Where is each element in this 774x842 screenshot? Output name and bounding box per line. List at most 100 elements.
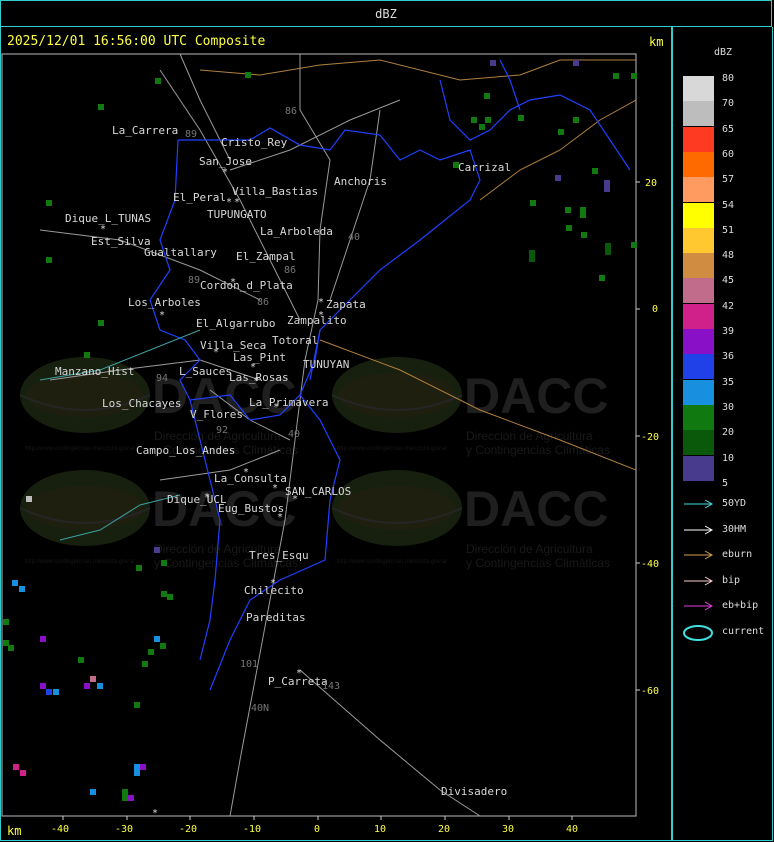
scale-label: 51 xyxy=(722,224,735,236)
track-label: 30HM xyxy=(722,523,747,535)
color-swatch-65 xyxy=(683,126,714,152)
echo-pixel xyxy=(580,212,586,218)
echo-pixel xyxy=(529,250,535,256)
arrow-icon xyxy=(683,573,715,592)
echo-pixel xyxy=(12,580,18,586)
color-swatch-39 xyxy=(683,329,714,354)
echo-pixel xyxy=(155,78,161,84)
scale-label: 42 xyxy=(722,300,735,312)
scale-label: 65 xyxy=(722,123,735,135)
echo-pixel xyxy=(122,795,128,801)
echo-pixel xyxy=(90,789,96,795)
svg-text:Dirección de Agricultura: Dirección de Agricultura xyxy=(466,542,593,556)
legend-title: dBZ xyxy=(714,47,733,58)
ellipse-icon xyxy=(683,624,715,646)
svg-text:-30: -30 xyxy=(115,824,133,835)
color-swatch-30 xyxy=(683,404,714,430)
echo-pixel xyxy=(604,186,610,192)
color-swatch-42 xyxy=(683,303,714,329)
echo-pixel xyxy=(530,200,536,206)
svg-text:20: 20 xyxy=(645,178,657,189)
echo-pixel xyxy=(154,547,160,553)
svg-text:*: * xyxy=(250,362,256,373)
color-swatch-51 xyxy=(683,227,714,253)
echo-pixel xyxy=(78,657,84,663)
svg-text:86: 86 xyxy=(284,265,296,276)
svg-text:40: 40 xyxy=(288,429,300,440)
svg-text:89: 89 xyxy=(185,129,197,140)
color-swatch-80 xyxy=(683,76,714,101)
svg-text:20: 20 xyxy=(438,824,450,835)
svg-text:94: 94 xyxy=(156,373,168,384)
place-label: El_Algarrubo xyxy=(196,317,275,330)
echo-pixel xyxy=(98,320,104,326)
svg-text:*: * xyxy=(318,297,324,308)
dacc-watermark: DACC Dirección de Agricultura y Continge… xyxy=(19,357,610,570)
place-label: TUPUNGATO xyxy=(207,208,267,221)
echo-pixel xyxy=(84,352,90,358)
echo-pixel xyxy=(98,104,104,110)
svg-text:*: * xyxy=(273,402,279,413)
echo-pixel xyxy=(613,73,619,79)
svg-text:DACC: DACC xyxy=(464,368,608,424)
svg-text:143: 143 xyxy=(322,681,340,692)
scale-label: 20 xyxy=(722,427,735,439)
echo-pixel xyxy=(53,689,59,695)
echo-pixel xyxy=(485,117,491,123)
place-label: TUNUYAN xyxy=(303,358,349,371)
echo-pixel xyxy=(479,124,485,130)
place-label: Divisadero xyxy=(441,785,507,798)
svg-text:DACC: DACC xyxy=(464,481,608,537)
place-label: Campo_Los_Andes xyxy=(136,444,235,457)
place-labels: La_Carrera Cristo_Rey San_Jose Villa_Bas… xyxy=(55,124,511,798)
svg-text:*: * xyxy=(243,467,249,478)
svg-text:http://www.contingencias.mendo: http://www.contingencias.mendoza.gov.ar xyxy=(337,446,447,452)
composite-timestamp: 2025/12/01 16:56:00 UTC Composite xyxy=(7,34,266,49)
svg-text:40: 40 xyxy=(348,232,360,243)
echo-pixel xyxy=(599,275,605,281)
arrow-icon xyxy=(683,522,715,541)
echo-pixel xyxy=(134,770,140,776)
radar-map[interactable]: DACC Dirección de Agricultura y Continge… xyxy=(0,0,774,842)
color-swatch-36 xyxy=(683,354,714,380)
echo-pixel xyxy=(592,168,598,174)
echo-pixel xyxy=(46,257,52,263)
echo-pixel xyxy=(13,764,19,770)
scale-label: 60 xyxy=(722,148,735,160)
echo-pixel xyxy=(631,242,637,248)
place-label: Dique_L_TUNAS xyxy=(65,212,151,225)
svg-text:-40: -40 xyxy=(51,824,69,835)
echo-pixel xyxy=(161,560,167,566)
svg-text:*: * xyxy=(277,512,283,523)
place-label: Eug_Bustos xyxy=(218,502,284,515)
svg-text:89: 89 xyxy=(188,275,200,286)
echo-pixel xyxy=(573,60,579,66)
place-label: Cordon_d_Plata xyxy=(200,279,293,292)
echo-pixel xyxy=(19,586,25,592)
scale-label: 36 xyxy=(722,351,735,363)
svg-text:0: 0 xyxy=(652,304,658,315)
svg-text:*: * xyxy=(152,808,158,819)
place-label: Zampalito xyxy=(287,314,347,327)
echo-pixel xyxy=(134,702,140,708)
svg-text:40N: 40N xyxy=(251,703,269,714)
svg-text:http://www.contingencias.mendo: http://www.contingencias.mendoza.gov.ar xyxy=(25,559,135,565)
echo-pixel xyxy=(518,115,524,121)
echo-pixel xyxy=(167,594,173,600)
svg-text:*: * xyxy=(222,167,228,178)
echo-pixel xyxy=(20,770,26,776)
echo-pixel xyxy=(161,591,167,597)
svg-text:0: 0 xyxy=(314,824,320,835)
arrow-icon xyxy=(683,547,715,566)
svg-text:-20: -20 xyxy=(179,824,197,835)
echo-pixel xyxy=(26,496,32,502)
color-swatch-54 xyxy=(683,202,714,228)
svg-text:y Contingencias Climáticas: y Contingencias Climáticas xyxy=(466,556,610,570)
echo-pixel xyxy=(142,661,148,667)
place-label: Los_Arboles xyxy=(128,296,201,309)
scale-label: 57 xyxy=(722,174,735,186)
svg-text:http://www.contingencias.mendo: http://www.contingencias.mendoza.gov.ar xyxy=(337,559,447,565)
echo-pixel xyxy=(84,683,90,689)
color-swatch-60 xyxy=(683,151,714,177)
place-label: Los_Chacayes xyxy=(102,397,181,410)
